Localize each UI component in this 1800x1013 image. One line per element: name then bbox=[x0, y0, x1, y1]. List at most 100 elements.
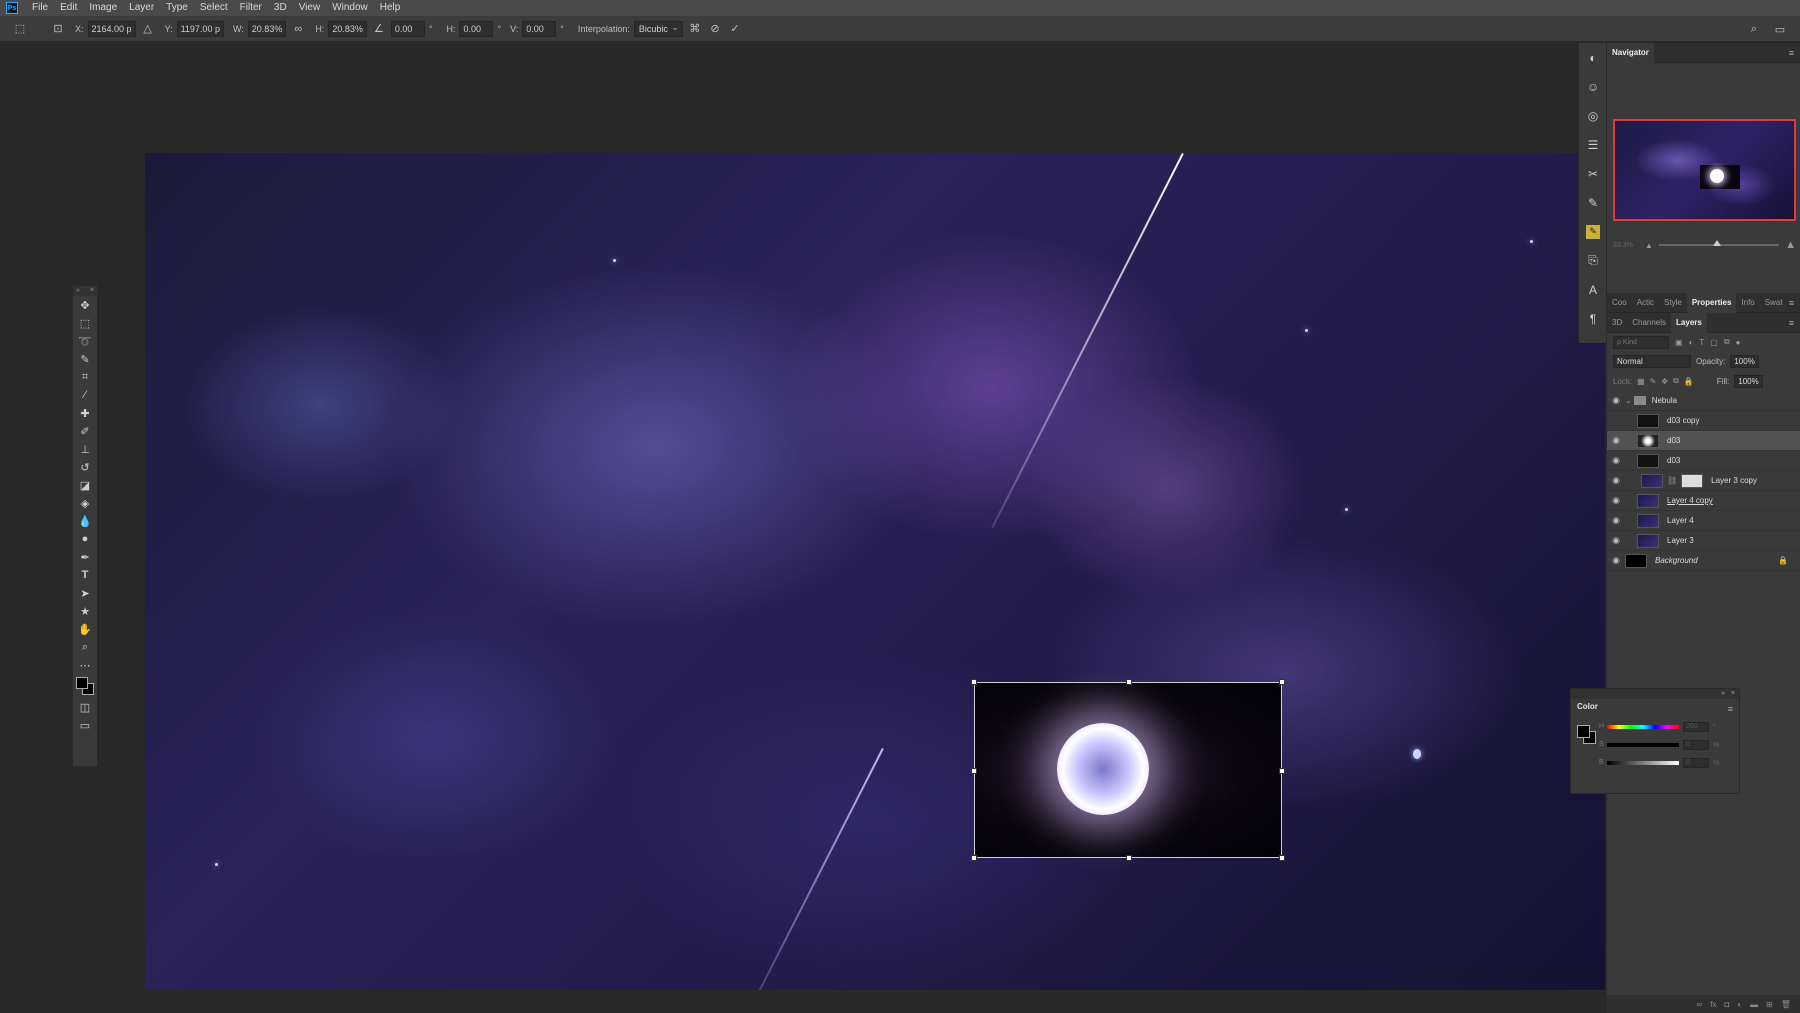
menu-type[interactable]: Type bbox=[160, 0, 194, 16]
mask-link-icon[interactable]: ⛓ bbox=[1667, 476, 1677, 485]
menu-window[interactable]: Window bbox=[326, 0, 374, 16]
hand-tool-icon[interactable]: ✋ bbox=[73, 620, 97, 638]
screen-mode-icon[interactable]: ▭ bbox=[73, 716, 97, 734]
visibility-eye-icon[interactable]: ◉ bbox=[1607, 495, 1625, 506]
menu-layer[interactable]: Layer bbox=[123, 0, 160, 16]
brightness-slider[interactable] bbox=[1607, 761, 1679, 765]
link-icon[interactable]: ∞ bbox=[290, 21, 306, 37]
transform-tool-icon[interactable]: ⬚ bbox=[12, 21, 28, 37]
width-field[interactable]: 20.83% bbox=[247, 20, 287, 37]
layer-row[interactable]: d03 copy bbox=[1607, 411, 1800, 431]
warp-icon[interactable]: ⌘ bbox=[687, 21, 703, 37]
path-selection-tool-icon[interactable]: ➤ bbox=[73, 584, 97, 602]
saturation-value[interactable]: 0 bbox=[1683, 740, 1709, 750]
zoom-in-icon[interactable]: ▲ bbox=[1785, 239, 1796, 251]
filter-smart-object-icon[interactable]: ⧉ bbox=[1724, 337, 1730, 347]
tab-channels[interactable]: Channels bbox=[1627, 313, 1671, 333]
menu-select[interactable]: Select bbox=[194, 0, 234, 16]
x-field[interactable]: 2164.00 p bbox=[87, 20, 136, 37]
close-icon[interactable]: × bbox=[90, 286, 94, 296]
commit-transform-icon[interactable]: ✓ bbox=[727, 21, 743, 37]
zoom-out-icon[interactable]: ▲ bbox=[1645, 241, 1653, 250]
people-icon[interactable]: ☺ bbox=[1579, 72, 1607, 101]
custom-shape-tool-icon[interactable]: ★ bbox=[73, 602, 97, 620]
transform-handle-bottom[interactable] bbox=[1126, 855, 1132, 861]
interpolation-select[interactable]: Bicubic bbox=[633, 20, 683, 37]
visibility-eye-icon[interactable]: ◉ bbox=[1607, 435, 1625, 446]
tab-navigator[interactable]: Navigator bbox=[1607, 42, 1654, 63]
layer-group-row[interactable]: ◉ ⌄ Nebula bbox=[1607, 391, 1800, 411]
note-icon[interactable]: ✎ bbox=[1579, 217, 1607, 246]
document-canvas[interactable] bbox=[145, 153, 1605, 990]
visibility-eye-icon[interactable]: ◉ bbox=[1607, 455, 1625, 466]
blur-tool-icon[interactable]: 💧 bbox=[73, 512, 97, 530]
transform-handle-left[interactable] bbox=[971, 768, 977, 774]
transform-handle-right[interactable] bbox=[1279, 768, 1285, 774]
quick-select-tool-icon[interactable]: ✎ bbox=[73, 350, 97, 368]
reference-point-icon[interactable]: ⊡ bbox=[50, 21, 66, 37]
color-wheel-icon[interactable]: ◐ bbox=[1579, 43, 1607, 72]
tools-presets-icon[interactable]: ✂ bbox=[1579, 159, 1607, 188]
transform-selection-box[interactable] bbox=[971, 679, 1285, 861]
transform-handle-top-right[interactable] bbox=[1279, 679, 1285, 685]
menu-view[interactable]: View bbox=[293, 0, 327, 16]
layer-row[interactable]: ◉ Background 🔒 bbox=[1607, 551, 1800, 571]
lock-artboard-icon[interactable]: ⧉ bbox=[1673, 376, 1679, 386]
menu-help[interactable]: Help bbox=[374, 0, 407, 16]
visibility-eye-icon[interactable]: ◉ bbox=[1607, 515, 1625, 526]
layer-row[interactable]: ◉ Layer 4 bbox=[1607, 511, 1800, 531]
visibility-eye-icon[interactable]: ◉ bbox=[1607, 535, 1625, 546]
panel-menu-icon[interactable]: ≡ bbox=[1789, 48, 1794, 58]
visibility-eye-icon[interactable]: ◉ bbox=[1607, 395, 1625, 406]
transform-handle-top-left[interactable] bbox=[971, 679, 977, 685]
menu-file[interactable]: File bbox=[26, 0, 54, 16]
link-layers-icon[interactable]: ∞ bbox=[1697, 1000, 1703, 1009]
lock-transparent-icon[interactable]: ▦ bbox=[1637, 377, 1645, 386]
delete-layer-icon[interactable]: 🗑 bbox=[1781, 1000, 1791, 1009]
panel-menu-icon[interactable]: ≡ bbox=[1728, 701, 1733, 717]
hue-slider[interactable] bbox=[1607, 725, 1679, 729]
blend-mode-select[interactable]: Normal bbox=[1613, 354, 1691, 368]
filter-adjustment-icon[interactable]: ◐ bbox=[1689, 338, 1694, 347]
filter-type-icon[interactable]: T bbox=[1699, 338, 1704, 347]
paint-bucket-tool-icon[interactable]: ◈ bbox=[73, 494, 97, 512]
filter-pixel-icon[interactable]: ▣ bbox=[1675, 338, 1683, 347]
zoom-slider[interactable] bbox=[1658, 240, 1780, 246]
search-icon[interactable]: ⌕ bbox=[1746, 21, 1762, 37]
tab-layers[interactable]: Layers bbox=[1671, 312, 1707, 333]
panel-menu-icon[interactable]: ≡ bbox=[1789, 298, 1794, 308]
visibility-eye-icon[interactable]: ◉ bbox=[1607, 475, 1625, 486]
character-icon[interactable]: A bbox=[1579, 275, 1607, 304]
saturation-slider[interactable] bbox=[1607, 743, 1679, 747]
tab-actions[interactable]: Actic bbox=[1632, 293, 1659, 313]
eraser-tool-icon[interactable]: ◪ bbox=[73, 476, 97, 494]
layer-row[interactable]: ◉ Layer 3 bbox=[1607, 531, 1800, 551]
foreground-color-swatch[interactable] bbox=[76, 677, 88, 689]
panel-menu-icon[interactable]: ≡ bbox=[1789, 318, 1794, 328]
more-tools-icon[interactable]: ⋯ bbox=[73, 656, 97, 674]
marquee-tool-icon[interactable]: ⬚ bbox=[73, 314, 97, 332]
clone-stamp-tool-icon[interactable]: ⊥ bbox=[73, 440, 97, 458]
foreground-color-swatch[interactable] bbox=[1577, 725, 1590, 738]
menu-image[interactable]: Image bbox=[83, 0, 123, 16]
layer-filter-kind[interactable]: ρ Kind bbox=[1613, 335, 1669, 349]
color-swatches[interactable] bbox=[73, 674, 97, 698]
crop-tool-icon[interactable]: ⌗ bbox=[73, 368, 97, 386]
layer-row[interactable]: ◉ ⛓ Layer 3 copy bbox=[1607, 471, 1800, 491]
layer-style-icon[interactable]: fx bbox=[1710, 1000, 1716, 1009]
chevron-down-icon[interactable]: ⌄ bbox=[1625, 396, 1632, 405]
menu-3d[interactable]: 3D bbox=[268, 0, 293, 16]
eyedropper-tool-icon[interactable]: ⁄ bbox=[73, 386, 97, 404]
tab-coordinates[interactable]: Coo bbox=[1607, 293, 1632, 313]
new-layer-icon[interactable]: ⊞ bbox=[1766, 1000, 1773, 1009]
fill-field[interactable]: 100% bbox=[1734, 374, 1763, 388]
workspace-icon[interactable]: ▭ bbox=[1772, 21, 1788, 37]
tab-swatches[interactable]: Swat bbox=[1760, 293, 1788, 313]
adjustments-icon[interactable]: ☰ bbox=[1579, 130, 1607, 159]
y-field[interactable]: 1197.00 p bbox=[176, 20, 224, 37]
angle-field[interactable]: 0.00 bbox=[390, 20, 425, 37]
vskew-field[interactable]: 0.00 bbox=[522, 20, 557, 37]
zoom-tool-icon[interactable]: ⌕ bbox=[73, 638, 97, 656]
brush-settings-icon[interactable]: ✎ bbox=[1579, 188, 1607, 217]
lock-image-icon[interactable]: ✎ bbox=[1650, 377, 1657, 386]
